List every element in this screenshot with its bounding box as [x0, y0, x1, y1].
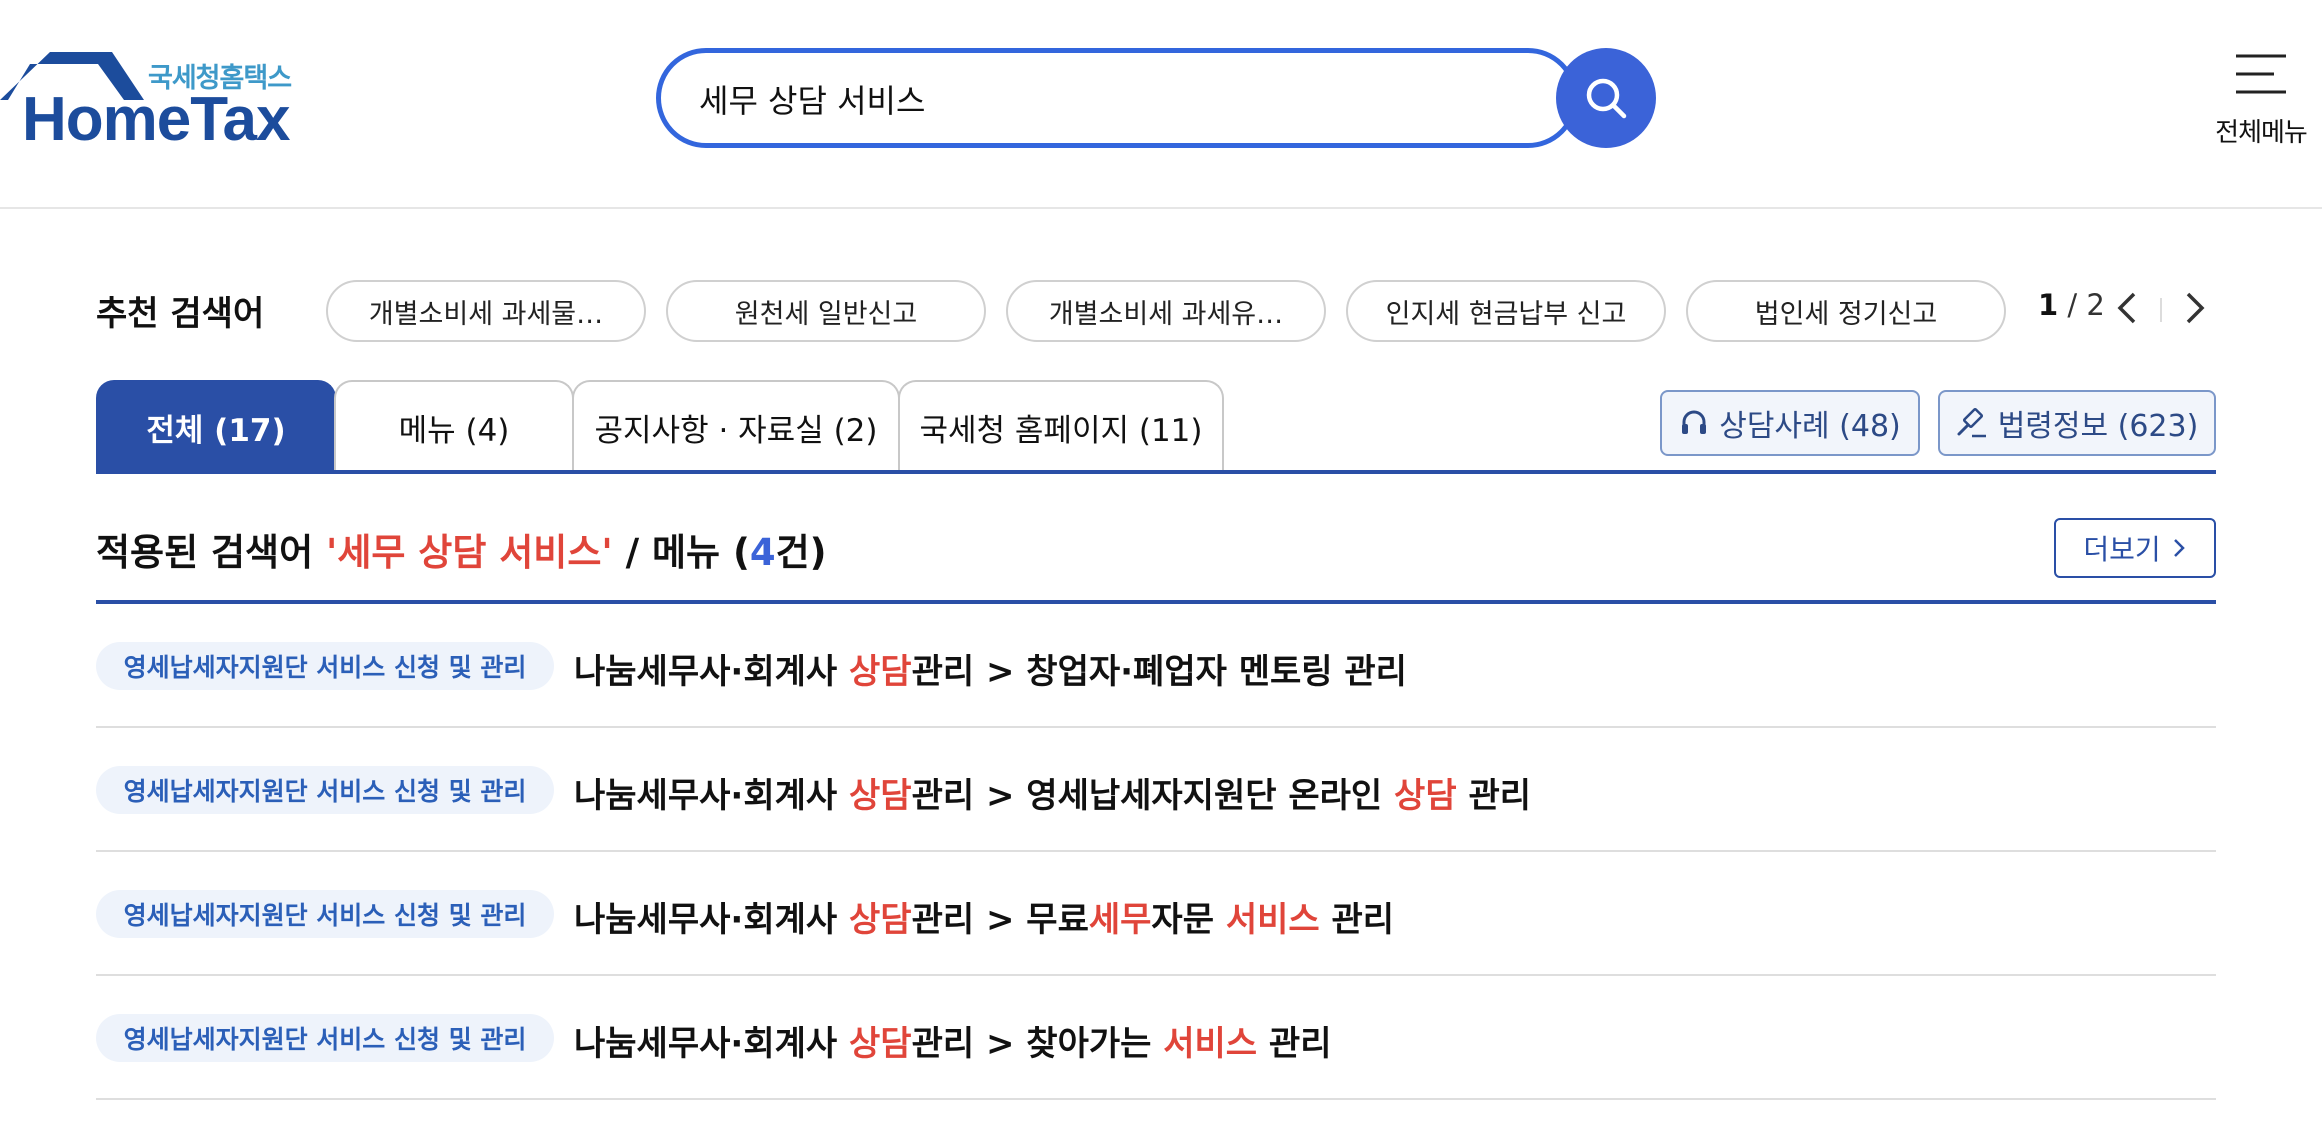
recommended-keyword-chip[interactable]: 인지세 현금납부 신고: [1346, 280, 1666, 342]
result-row[interactable]: 영세납세자지원단 서비스 신청 및 관리 나눔세무사·회계사 상담관리 > 무료…: [96, 852, 2216, 976]
pager-separator: /: [2058, 288, 2087, 322]
search-button[interactable]: [1556, 48, 1656, 148]
pager-total: 2: [2086, 288, 2105, 322]
gavel-icon: [1957, 407, 1986, 438]
result-row[interactable]: 영세납세자지원단 서비스 신청 및 관리 나눔세무사·회계사 상담관리 > 영세…: [96, 728, 2216, 852]
result-title-mid: / 메뉴 (: [612, 531, 750, 574]
recommended-keyword-chip[interactable]: 개별소비세 과세유…: [1006, 280, 1326, 342]
law-info-label: 법령정보 (623): [1997, 409, 2199, 444]
pager-current: 1: [2038, 288, 2059, 322]
more-button-label: 더보기: [2083, 533, 2161, 566]
result-path-text: 나눔세무사·회계사 상담관리 > 찾아가는 서비스 관리: [574, 1024, 1332, 1064]
consult-cases-label: 상담사례 (48): [1719, 409, 1901, 444]
result-section-title: 적용된 검색어 '세무 상담 서비스' / 메뉴 (4건): [96, 522, 827, 576]
search-input[interactable]: [699, 77, 1499, 121]
result-row[interactable]: 영세납세자지원단 서비스 신청 및 관리 나눔세무사·회계사 상담관리 > 창업…: [96, 604, 2216, 728]
more-button[interactable]: 더보기: [2054, 518, 2216, 578]
hometax-logo[interactable]: 국세청홈택스 HomeTax: [0, 48, 310, 158]
all-menu-button[interactable]: 전체메뉴: [2206, 48, 2316, 158]
search-box: [656, 48, 1578, 148]
result-path-text: 나눔세무사·회계사 상담관리 > 무료세무자문 서비스 관리: [574, 900, 1395, 940]
chevron-right-icon: [2186, 292, 2205, 324]
chevron-right-icon: [2173, 539, 2185, 557]
pager-next-button[interactable]: [2180, 290, 2210, 326]
result-category-tag: 영세납세자지원단 서비스 신청 및 관리: [96, 1014, 554, 1062]
search-icon: [1586, 78, 1627, 119]
hamburger-menu-icon: [2236, 54, 2286, 94]
recommended-keywords-title: 추천 검색어: [96, 294, 265, 334]
tab-nts-homepage[interactable]: 국세청 홈페이지 (11): [898, 380, 1224, 472]
result-title-keyword: '세무 상담 서비스': [326, 531, 613, 574]
logo-title: HomeTax: [22, 85, 290, 154]
recommended-keyword-chip[interactable]: 원천세 일반신고: [666, 280, 986, 342]
result-title-prefix: 적용된 검색어: [96, 531, 327, 574]
recommended-keyword-chip[interactable]: 법인세 정기신고: [1686, 280, 2006, 342]
tab-menu[interactable]: 메뉴 (4): [334, 380, 574, 472]
result-title-suffix: 건): [775, 531, 827, 574]
headset-icon: [1682, 410, 1707, 434]
pager-divider: [2160, 298, 2162, 322]
chevron-left-icon: [2117, 292, 2136, 324]
result-category-tag: 영세납세자지원단 서비스 신청 및 관리: [96, 766, 554, 814]
tab-notice-archive[interactable]: 공지사항 · 자료실 (2): [572, 380, 900, 472]
all-menu-label: 전체메뉴: [2215, 118, 2308, 148]
header: 국세청홈택스 HomeTax 전체메뉴: [0, 0, 2322, 209]
result-category-tag: 영세납세자지원단 서비스 신청 및 관리: [96, 890, 554, 938]
result-path-text: 나눔세무사·회계사 상담관리 > 창업자·폐업자 멘토링 관리: [574, 652, 1407, 692]
result-title-count: 4: [749, 531, 776, 574]
tab-all[interactable]: 전체 (17): [96, 380, 336, 472]
law-info-button[interactable]: 법령정보 (623): [1938, 390, 2216, 456]
recommended-keyword-chip[interactable]: 개별소비세 과세물…: [326, 280, 646, 342]
tab-underline: [96, 470, 2216, 474]
pager-prev-button[interactable]: [2112, 290, 2142, 326]
result-row[interactable]: 영세납세자지원단 서비스 신청 및 관리 나눔세무사·회계사 상담관리 > 찾아…: [96, 976, 2216, 1100]
keyword-pager: 1 / 2: [2038, 288, 2105, 322]
result-path-text: 나눔세무사·회계사 상담관리 > 영세납세자지원단 온라인 상담 관리: [574, 776, 1532, 816]
result-category-tag: 영세납세자지원단 서비스 신청 및 관리: [96, 642, 554, 690]
consult-cases-button[interactable]: 상담사례 (48): [1660, 390, 1920, 456]
